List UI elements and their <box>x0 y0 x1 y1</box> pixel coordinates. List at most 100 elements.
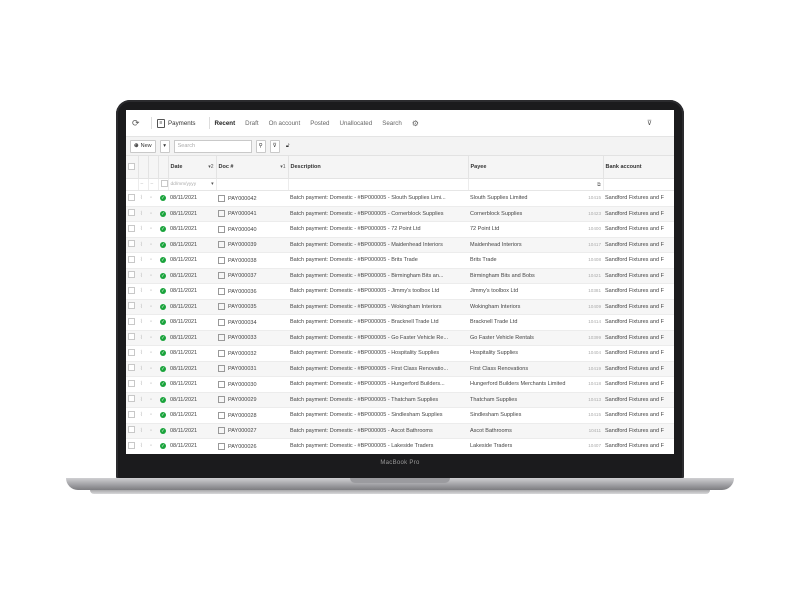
doc-cell[interactable]: PAY000042 <box>216 190 288 207</box>
note-icon[interactable]: ▫ <box>150 412 152 418</box>
row-select-cell[interactable] <box>126 423 138 439</box>
note-icon[interactable]: ▫ <box>150 211 152 217</box>
doc-cell[interactable]: PAY000036 <box>216 283 288 300</box>
paperclip-icon[interactable]: ⌇ <box>140 319 143 325</box>
note-icon[interactable]: ▫ <box>150 397 152 403</box>
bank-filter-input[interactable] <box>603 178 674 191</box>
search-input[interactable]: Search <box>173 139 252 153</box>
note-icon[interactable]: ▫ <box>150 304 152 310</box>
paperclip-icon[interactable]: ⌇ <box>140 350 143 356</box>
note-icon[interactable]: ▫ <box>150 242 152 248</box>
note-icon[interactable]: ▫ <box>150 195 152 201</box>
attachment-cell[interactable]: ⌇ <box>138 314 148 331</box>
table-row[interactable]: ⌇ ▫ ✓ 08/11/2021 PAY000042 Batch payment: Dom… <box>126 190 674 207</box>
column-header-doc[interactable]: Doc # ▾1 <box>216 156 289 179</box>
row-checkbox[interactable] <box>128 224 135 232</box>
doc-cell[interactable]: PAY000037 <box>216 268 288 284</box>
tab-on-account[interactable]: On account <box>269 120 301 127</box>
doc-cell[interactable]: PAY000039 <box>216 237 288 253</box>
row-select-cell[interactable] <box>126 221 138 238</box>
paperclip-icon[interactable]: ⌇ <box>140 304 143 310</box>
attachment-cell[interactable]: ⌇ <box>138 407 148 424</box>
doc-cell[interactable]: PAY000029 <box>216 392 288 408</box>
date-filter-input[interactable]: dd/mm/yyyy ▾ <box>168 178 217 191</box>
note-cell[interactable]: ▫ <box>148 299 158 315</box>
unlock-button[interactable]: 🔓︎ <box>284 141 292 152</box>
column-header-payee[interactable]: Payee <box>468 156 604 179</box>
row-checkbox[interactable] <box>128 379 135 387</box>
row-checkbox[interactable] <box>128 395 135 403</box>
gear-icon[interactable]: ⚙ <box>412 119 419 128</box>
note-cell[interactable]: ▫ <box>148 206 158 222</box>
note-cell[interactable]: ▫ <box>148 283 158 300</box>
doc-cell[interactable]: PAY000032 <box>216 345 288 362</box>
table-row[interactable]: ⌇ ▫ ✓ 08/11/2021 PAY000031 Batch payment: Dom… <box>126 361 674 377</box>
note-icon[interactable]: ▫ <box>150 319 152 325</box>
note-icon[interactable]: ▫ <box>150 273 152 279</box>
doc-cell[interactable]: PAY000035 <box>216 299 288 315</box>
paperclip-icon[interactable]: ⌇ <box>140 211 143 217</box>
tab-draft[interactable]: Draft <box>245 120 258 127</box>
tab-unallocated[interactable]: Unallocated <box>340 120 373 127</box>
row-select-cell[interactable] <box>126 407 138 424</box>
note-cell[interactable]: ▫ <box>148 345 158 362</box>
table-row[interactable]: ⌇ ▫ ✓ 08/11/2021 PAY000036 Batch payment: Dom… <box>126 283 674 300</box>
table-row[interactable]: ⌇ ▫ ✓ 08/11/2021 PAY000032 Batch payment: Dom… <box>126 345 674 362</box>
refresh-icon[interactable]: ⟳ <box>132 118 146 129</box>
row-select-cell[interactable] <box>126 392 138 408</box>
doc-cell[interactable]: PAY000027 <box>216 423 288 439</box>
note-icon[interactable]: ▫ <box>150 288 152 294</box>
paperclip-icon[interactable]: ⌇ <box>140 381 143 387</box>
row-select-cell[interactable] <box>126 283 138 300</box>
attachment-cell[interactable]: ⌇ <box>138 330 148 346</box>
doc-cell[interactable]: PAY000026 <box>216 438 288 454</box>
note-cell[interactable]: ▫ <box>148 376 158 393</box>
row-checkbox[interactable] <box>128 193 135 201</box>
lookup-icon[interactable]: ⧉ <box>597 182 600 188</box>
description-filter-input[interactable] <box>288 178 469 191</box>
note-icon[interactable]: ▫ <box>150 350 152 356</box>
row-checkbox[interactable] <box>128 302 135 310</box>
row-checkbox[interactable] <box>128 286 135 294</box>
note-cell[interactable]: ▫ <box>148 438 158 454</box>
filter-icon[interactable]: ⊽ <box>647 119 652 127</box>
caret-down-icon[interactable]: ▾ <box>211 182 213 187</box>
table-row[interactable]: ⌇ ▫ ✓ 08/11/2021 PAY000038 Batch payment: Dom… <box>126 252 674 269</box>
row-select-cell[interactable] <box>126 268 138 284</box>
note-cell[interactable]: ▫ <box>148 314 158 331</box>
row-select-cell[interactable] <box>126 252 138 269</box>
doc-cell[interactable]: PAY000041 <box>216 206 288 222</box>
row-select-cell[interactable] <box>126 206 138 222</box>
paperclip-icon[interactable]: ⌇ <box>140 397 143 403</box>
table-row[interactable]: ⌇ ▫ ✓ 08/11/2021 PAY000040 Batch payment: Dom… <box>126 221 674 238</box>
new-button[interactable]: ⊕ New <box>130 139 156 153</box>
paperclip-icon[interactable]: ⌇ <box>140 257 143 263</box>
paperclip-icon[interactable]: ⌇ <box>140 288 143 294</box>
note-icon[interactable]: ▫ <box>150 443 152 449</box>
row-select-cell[interactable] <box>126 314 138 331</box>
note-cell[interactable]: ▫ <box>148 252 158 269</box>
note-icon[interactable]: ▫ <box>150 428 152 434</box>
paperclip-icon[interactable]: ⌇ <box>140 273 143 279</box>
note-icon[interactable]: ▫ <box>150 381 152 387</box>
row-select-cell[interactable] <box>126 299 138 315</box>
row-select-cell[interactable] <box>126 376 138 393</box>
row-select-cell[interactable] <box>126 438 138 454</box>
attachment-cell[interactable]: ⌇ <box>138 206 148 222</box>
row-select-cell[interactable] <box>126 190 138 207</box>
table-row[interactable]: ⌇ ▫ ✓ 08/11/2021 PAY000026 Batch payment: Dom… <box>126 438 674 454</box>
row-select-cell[interactable] <box>126 330 138 346</box>
attachment-cell[interactable]: ⌇ <box>138 376 148 393</box>
attachment-cell[interactable]: ⌇ <box>138 221 148 238</box>
note-cell[interactable]: ▫ <box>148 221 158 238</box>
note-icon[interactable]: ▫ <box>150 257 152 263</box>
doc-cell[interactable]: PAY000030 <box>216 376 288 393</box>
paperclip-icon[interactable]: ⌇ <box>140 428 143 434</box>
table-row[interactable]: ⌇ ▫ ✓ 08/11/2021 PAY000037 Batch payment: Dom… <box>126 268 674 284</box>
paperclip-icon[interactable]: ⌇ <box>140 412 143 418</box>
search-button[interactable]: ⚲ <box>255 139 266 153</box>
note-icon[interactable]: ▫ <box>150 366 152 372</box>
note-cell[interactable]: ▫ <box>148 190 158 207</box>
table-row[interactable]: ⌇ ▫ ✓ 08/11/2021 PAY000035 Batch payment: Dom… <box>126 299 674 315</box>
doc-cell[interactable]: PAY000031 <box>216 361 288 377</box>
